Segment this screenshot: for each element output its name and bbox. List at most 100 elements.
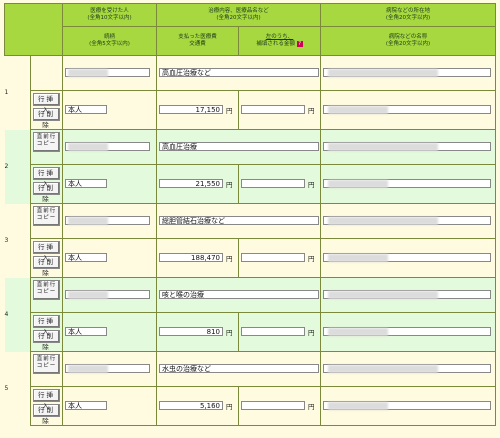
paid-amount-input[interactable]: 21,550 xyxy=(159,179,223,188)
help-icon[interactable]: ? xyxy=(296,41,303,47)
treatment-cell: 水虫の治療など xyxy=(155,351,322,387)
address-input[interactable] xyxy=(323,364,492,373)
paid-amount-cell: 5,160 円 xyxy=(156,386,239,426)
patient-cell xyxy=(62,351,157,387)
header-hospital-address: 病院などの所在地 (全角20文字以内) xyxy=(320,3,497,27)
reimbursed-input[interactable] xyxy=(241,401,305,410)
expense-row-bottom: 行挿入行削除本人5,160円円 xyxy=(4,386,497,426)
medical-expense-form: 医療を受けた人 (全角10文字以内) 治療内容、医療品名など (全角20文字以内… xyxy=(4,3,497,426)
patient-cell xyxy=(62,129,157,165)
hospital-name-cell xyxy=(320,90,497,130)
insert-row-button[interactable]: 行挿入 xyxy=(33,167,60,188)
medical-expense-table: 医療を受けた人 (全角10文字以内) 治療内容、医療品名など (全角20文字以内… xyxy=(4,3,497,426)
delete-row-button[interactable]: 行削除 xyxy=(33,256,60,277)
patient-input[interactable] xyxy=(65,142,150,151)
hospital-name-input[interactable] xyxy=(323,401,492,410)
redacted-text xyxy=(328,365,439,373)
patient-cell xyxy=(62,203,157,239)
hospital-name-cell xyxy=(320,164,497,204)
row-buttons-bottom: 行挿入行削除 xyxy=(30,386,63,426)
treatment-cell: 咳と喉の治療 xyxy=(155,277,322,313)
hospital-name-input[interactable] xyxy=(323,179,492,188)
redacted-text xyxy=(328,291,439,299)
treatment-input[interactable]: 咳と喉の治療 xyxy=(159,290,319,299)
header-hospital-name: 病院などの名称 (全角20文字以内) xyxy=(320,26,497,56)
insert-row-button[interactable]: 行挿入 xyxy=(33,315,60,336)
copy-previous-row-button[interactable]: 直前行コピー xyxy=(33,280,60,300)
delete-row-button[interactable]: 行削除 xyxy=(33,182,60,203)
row-buttons-top xyxy=(30,55,63,91)
delete-row-button[interactable]: 行削除 xyxy=(33,108,60,129)
relation-input[interactable]: 本人 xyxy=(65,327,107,336)
delete-row-button[interactable]: 行削除 xyxy=(33,404,60,425)
hospital-name-input[interactable] xyxy=(323,253,492,262)
insert-row-button[interactable]: 行挿入 xyxy=(33,93,60,114)
patient-input[interactable] xyxy=(65,364,150,373)
row-buttons-bottom: 行挿入行削除 xyxy=(30,90,63,130)
relation-cell: 本人 xyxy=(62,312,157,352)
treatment-input[interactable]: 水虫の治療など xyxy=(159,364,319,373)
address-cell xyxy=(320,129,497,165)
reimbursed-cell: 円 xyxy=(237,90,322,130)
relation-input[interactable]: 本人 xyxy=(65,401,107,410)
yen-label: 円 xyxy=(226,181,233,189)
relation-input[interactable]: 本人 xyxy=(65,105,107,114)
expense-row-bottom: 行挿入行削除本人810円円 xyxy=(4,312,497,352)
relation-cell: 本人 xyxy=(62,386,157,426)
patient-input[interactable] xyxy=(65,216,150,225)
paid-amount-input[interactable]: 17,150 xyxy=(159,105,223,114)
hospital-name-cell xyxy=(320,238,497,278)
header-paid-amount: 支払った医療費 交通費 xyxy=(156,26,239,56)
copy-previous-row-button[interactable]: 直前行コピー xyxy=(33,354,60,374)
treatment-input[interactable]: 高血圧治療など xyxy=(159,68,319,77)
paid-amount-cell: 17,150 円 xyxy=(156,90,239,130)
redacted-text xyxy=(68,365,108,373)
redacted-text xyxy=(68,69,108,77)
reimbursed-input[interactable] xyxy=(241,327,305,336)
reimbursed-input[interactable] xyxy=(241,179,305,188)
relation-input[interactable]: 本人 xyxy=(65,253,107,262)
treatment-input[interactable]: 総胆管結石治療など xyxy=(159,216,319,225)
address-input[interactable] xyxy=(323,142,492,151)
patient-input[interactable] xyxy=(65,68,150,77)
redacted-text xyxy=(68,291,108,299)
delete-row-button[interactable]: 行削除 xyxy=(33,330,60,351)
patient-input[interactable] xyxy=(65,290,150,299)
reimbursed-input[interactable] xyxy=(241,105,305,114)
paid-amount-input[interactable]: 188,470 xyxy=(159,253,223,262)
address-input[interactable] xyxy=(323,290,492,299)
relation-cell: 本人 xyxy=(62,90,157,130)
redacted-text xyxy=(328,143,439,151)
yen-label: 円 xyxy=(226,107,233,115)
reimbursed-input[interactable] xyxy=(241,253,305,262)
paid-amount-cell: 188,470 円 xyxy=(156,238,239,278)
hospital-name-input[interactable] xyxy=(323,327,492,336)
expense-row-bottom: 行挿入行削除本人17,150円円 xyxy=(4,90,497,130)
treatment-cell: 高血圧治療など xyxy=(155,55,322,91)
row-index: 4 xyxy=(4,277,31,352)
copy-previous-row-button[interactable]: 直前行コピー xyxy=(33,132,60,152)
address-input[interactable] xyxy=(323,216,492,225)
redacted-text xyxy=(328,69,439,77)
row-buttons-bottom: 行挿入行削除 xyxy=(30,312,63,352)
header-blank xyxy=(4,3,63,56)
address-cell xyxy=(320,203,497,239)
redacted-text xyxy=(68,217,108,225)
paid-amount-cell: 810 円 xyxy=(156,312,239,352)
paid-amount-input[interactable]: 5,160 xyxy=(159,401,223,410)
copy-previous-row-button[interactable]: 直前行コピー xyxy=(33,206,60,226)
header-treatment: 治療内容、医療品名など (全角20文字以内) xyxy=(155,3,322,27)
hospital-name-input[interactable] xyxy=(323,105,492,114)
header-relation: 続柄 (全角5文字以内) xyxy=(62,26,157,56)
row-buttons-top: 直前行コピー xyxy=(30,129,63,165)
insert-row-button[interactable]: 行挿入 xyxy=(33,389,60,410)
redacted-text xyxy=(328,402,389,410)
redacted-text xyxy=(328,180,389,188)
header-row-bottom: 続柄 (全角5文字以内) 支払った医療費 交通費 左のうち、 補填される金額 ?… xyxy=(5,26,497,56)
treatment-input[interactable]: 高血圧治療 xyxy=(159,142,319,151)
paid-amount-input[interactable]: 810 xyxy=(159,327,223,336)
relation-input[interactable]: 本人 xyxy=(65,179,107,188)
row-buttons-bottom: 行挿入行削除 xyxy=(30,238,63,278)
insert-row-button[interactable]: 行挿入 xyxy=(33,241,60,262)
address-input[interactable] xyxy=(323,68,492,77)
